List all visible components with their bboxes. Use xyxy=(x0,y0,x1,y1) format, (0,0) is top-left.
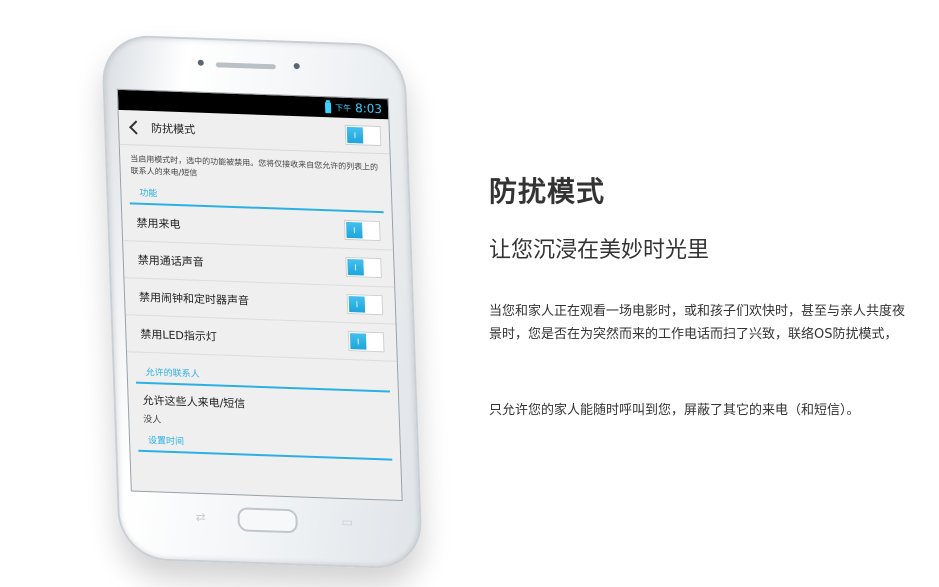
body-paragraph-2: 只允许您的家人能随时呼叫到您，屏蔽了其它的来电（和短信）。 xyxy=(489,403,860,418)
status-ampm: 下午 xyxy=(334,102,352,113)
page-subheadline: 让您沉浸在美妙时光里 xyxy=(489,238,710,263)
feature-label: 禁用通话声音 xyxy=(137,253,204,269)
toggle-knob-icon: I xyxy=(346,221,363,239)
speaker-grille xyxy=(215,62,276,70)
phone-illustration: 下午 8:03 防扰模式 I 当启用模式时，选中的功能被禁用。您将仅接收来自您允… xyxy=(70,30,450,570)
toggle-knob-icon: I xyxy=(349,333,367,350)
body-paragraph-1: 当您和家人正在观看一场电影时，或和孩子们欢快时，甚至与亲人共度夜景时，您是否在为… xyxy=(489,304,906,342)
feature-toggle[interactable]: I xyxy=(343,219,381,242)
master-toggle[interactable]: I xyxy=(344,124,382,147)
phone-body: 下午 8:03 防扰模式 I 当启用模式时，选中的功能被禁用。您将仅接收来自您允… xyxy=(100,34,424,570)
toggle-knob-icon: I xyxy=(347,258,364,276)
sensor-icon xyxy=(197,59,204,66)
feature-label: 禁用闹钟和定时器声音 xyxy=(138,290,250,308)
toggle-knob-icon: I xyxy=(348,296,366,313)
menu-key-icon: ⇄ xyxy=(195,509,206,525)
status-time: 8:03 xyxy=(354,101,383,117)
page-headline: 防扰模式 xyxy=(489,175,606,208)
feature-toggle[interactable]: I xyxy=(347,331,385,353)
back-key-icon: ▭ xyxy=(341,514,354,530)
home-button xyxy=(237,507,299,534)
toggle-knob-icon: I xyxy=(346,126,364,144)
feature-label: 禁用来电 xyxy=(136,216,181,232)
feature-label: 禁用LED指示灯 xyxy=(140,327,218,344)
feature-toggle[interactable]: I xyxy=(345,256,382,279)
back-arrow-icon[interactable] xyxy=(129,120,144,135)
app-title: 防扰模式 xyxy=(150,122,196,137)
camera-icon xyxy=(293,62,300,70)
phone-screen: 下午 8:03 防扰模式 I 当启用模式时，选中的功能被禁用。您将仅接收来自您允… xyxy=(116,88,403,502)
battery-icon xyxy=(324,101,332,113)
feature-toggle[interactable]: I xyxy=(346,293,384,316)
